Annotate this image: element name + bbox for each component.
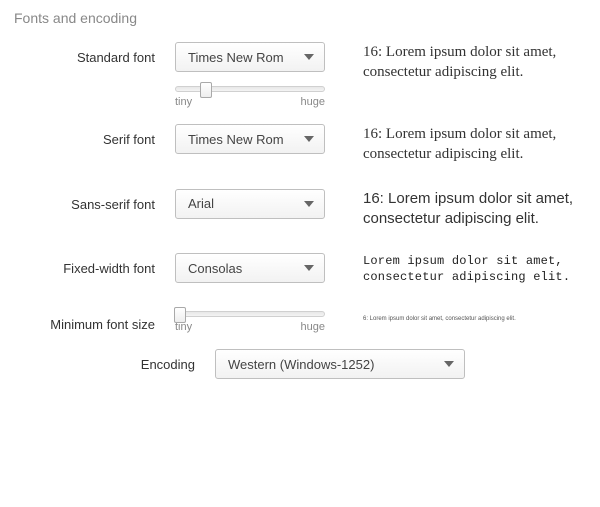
section-title: Fonts and encoding — [0, 0, 600, 30]
chevron-down-icon — [304, 201, 314, 207]
encoding-select[interactable]: Western (Windows-1252) — [215, 349, 465, 379]
slider-max-label: huge — [301, 321, 325, 333]
label-fixed-font: Fixed-width font — [0, 253, 175, 276]
slider-labels: tiny huge — [175, 317, 325, 333]
chevron-down-icon — [444, 361, 454, 367]
chevron-down-icon — [304, 54, 314, 60]
slider-thumb[interactable] — [200, 82, 212, 98]
serif-font-preview: 16: Lorem ipsum dolor sit amet, consecte… — [335, 124, 600, 165]
encoding-value: Western (Windows-1252) — [228, 357, 374, 372]
label-min-font-size: Minimum font size — [0, 309, 175, 332]
row-fixed-font: Fixed-width font Consolas Lorem ipsum do… — [0, 241, 600, 297]
standard-font-value: Times New Rom — [188, 50, 284, 65]
row-encoding: Encoding Western (Windows-1252) — [0, 337, 600, 391]
standard-font-select[interactable]: Times New Rom — [175, 42, 325, 72]
row-standard-font: Standard font Times New Rom tiny huge 16… — [0, 30, 600, 112]
row-min-font-size: Minimum font size tiny huge 6: Lorem ips… — [0, 297, 600, 337]
fixed-font-preview: Lorem ipsum dolor sit amet, consectetur … — [335, 253, 600, 285]
row-serif-font: Serif font Times New Rom 16: Lorem ipsum… — [0, 112, 600, 177]
slider-track — [175, 86, 325, 92]
slider-labels: tiny huge — [175, 92, 325, 108]
min-font-size-preview: 6: Lorem ipsum dolor sit amet, consectet… — [335, 309, 600, 323]
slider-max-label: huge — [301, 96, 325, 108]
label-sans-font: Sans-serif font — [0, 189, 175, 212]
sans-font-preview: 16: Lorem ipsum dolor sit amet, consecte… — [335, 189, 600, 230]
sans-font-select[interactable]: Arial — [175, 189, 325, 219]
sans-font-value: Arial — [188, 196, 214, 211]
slider-min-label: tiny — [175, 96, 192, 108]
slider-track — [175, 311, 325, 317]
label-serif-font: Serif font — [0, 124, 175, 147]
serif-font-value: Times New Rom — [188, 132, 284, 147]
chevron-down-icon — [304, 136, 314, 142]
serif-font-select[interactable]: Times New Rom — [175, 124, 325, 154]
chevron-down-icon — [304, 265, 314, 271]
standard-font-size-slider[interactable]: tiny huge — [175, 78, 325, 108]
standard-font-preview: 16: Lorem ipsum dolor sit amet, consecte… — [335, 42, 600, 83]
fixed-font-value: Consolas — [188, 261, 242, 276]
label-standard-font: Standard font — [0, 42, 175, 65]
fixed-font-select[interactable]: Consolas — [175, 253, 325, 283]
row-sans-font: Sans-serif font Arial 16: Lorem ipsum do… — [0, 177, 600, 242]
label-encoding: Encoding — [0, 349, 215, 372]
slider-thumb[interactable] — [174, 307, 186, 323]
min-font-size-slider[interactable]: tiny huge — [175, 309, 325, 333]
